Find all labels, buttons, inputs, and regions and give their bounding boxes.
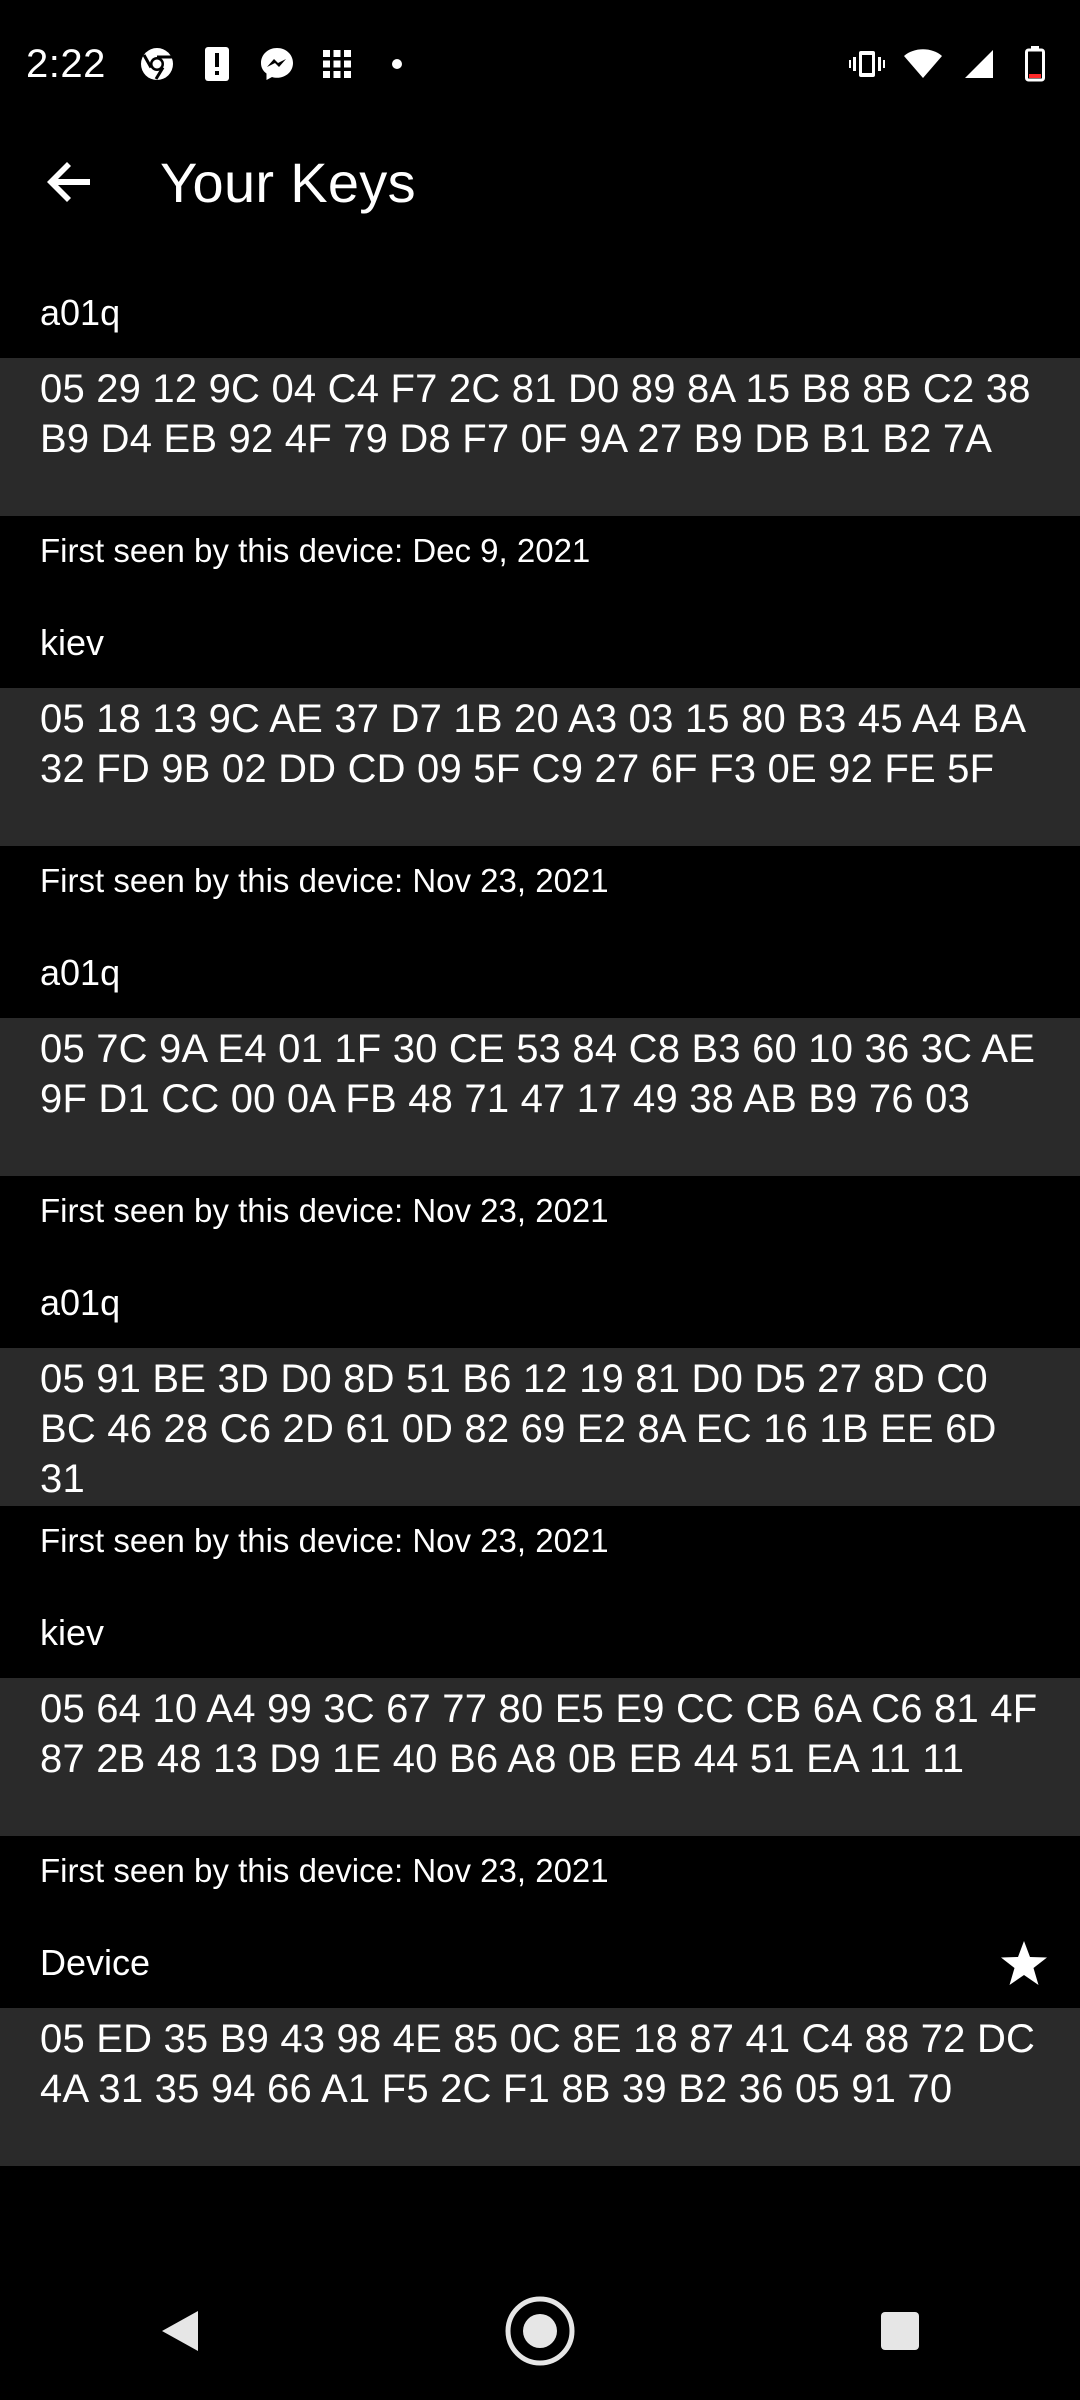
key-entry[interactable]: kiev 05 18 13 9C AE 37 D7 1B 20 A3 03 15… xyxy=(0,598,1080,928)
key-entry[interactable]: a01q 05 29 12 9C 04 C4 F7 2C 81 D0 89 8A… xyxy=(0,268,1080,598)
key-name: a01q xyxy=(40,292,121,333)
battery-icon xyxy=(1016,45,1054,83)
key-name-row: a01q xyxy=(0,1258,1080,1348)
key-entry[interactable]: a01q 05 91 BE 3D D0 8D 51 B6 12 19 81 D0… xyxy=(0,1258,1080,1588)
star-icon xyxy=(998,1937,1050,1989)
key-name-row: Device xyxy=(0,1918,1080,2008)
back-triangle-icon xyxy=(162,2311,198,2351)
key-name-row: kiev xyxy=(0,598,1080,688)
app-grid-icon xyxy=(318,45,356,83)
status-left: 2:22 xyxy=(26,42,416,87)
nav-home-button[interactable] xyxy=(480,2271,600,2391)
key-first-seen: First seen by this device: Dec 9, 2021 xyxy=(40,532,591,569)
arrow-left-icon xyxy=(47,162,90,202)
status-right xyxy=(848,45,1054,83)
key-first-seen: First seen by this device: Nov 23, 2021 xyxy=(40,1192,609,1229)
key-entry[interactable]: a01q 05 7C 9A E4 01 1F 30 CE 53 84 C8 B3… xyxy=(0,928,1080,1258)
signal-icon xyxy=(960,45,998,83)
chrome-icon xyxy=(138,45,176,83)
key-entry-device[interactable]: Device 05 ED 35 B9 43 98 4E 85 0C 8E 18 … xyxy=(0,1918,1080,2248)
key-first-seen: First seen by this device: Nov 23, 2021 xyxy=(40,1522,609,1559)
messenger-icon xyxy=(258,45,296,83)
dot-icon xyxy=(378,45,416,83)
page-title: Your Keys xyxy=(160,150,416,214)
status-bar: 2:22 xyxy=(0,0,1080,128)
nav-recents-button[interactable] xyxy=(840,2271,960,2391)
back-button[interactable] xyxy=(20,132,120,232)
key-fingerprint: 05 91 BE 3D D0 8D 51 B6 12 19 81 D0 D5 2… xyxy=(0,1348,1080,1506)
nav-back-button[interactable] xyxy=(120,2271,240,2391)
recents-square-icon xyxy=(881,2312,919,2350)
key-fingerprint: 05 ED 35 B9 43 98 4E 85 0C 8E 18 87 41 C… xyxy=(0,2008,1080,2166)
key-fingerprint: 05 64 10 A4 99 3C 67 77 80 E5 E9 CC CB 6… xyxy=(0,1678,1080,1836)
status-time: 2:22 xyxy=(26,41,106,86)
key-fingerprint: 05 7C 9A E4 01 1F 30 CE 53 84 C8 B3 60 1… xyxy=(0,1018,1080,1176)
key-name-row: kiev xyxy=(0,1588,1080,1678)
key-entry[interactable]: kiev 05 64 10 A4 99 3C 67 77 80 E5 E9 CC… xyxy=(0,1588,1080,1918)
key-name-row: a01q xyxy=(0,268,1080,358)
key-name: kiev xyxy=(40,1612,105,1653)
home-circle-icon xyxy=(505,2296,575,2366)
key-first-seen: First seen by this device: Nov 23, 2021 xyxy=(40,1852,609,1889)
key-fingerprint: 05 18 13 9C AE 37 D7 1B 20 A3 03 15 80 B… xyxy=(0,688,1080,846)
key-name-row: a01q xyxy=(0,928,1080,1018)
key-name: kiev xyxy=(40,622,105,663)
vibrate-icon xyxy=(848,45,886,83)
key-fingerprint: 05 29 12 9C 04 C4 F7 2C 81 D0 89 8A 15 B… xyxy=(0,358,1080,516)
app-bar: Your Keys xyxy=(0,128,1080,236)
wifi-icon xyxy=(904,45,942,83)
alert-icon xyxy=(198,45,236,83)
key-list: a01q 05 29 12 9C 04 C4 F7 2C 81 D0 89 8A… xyxy=(0,268,1080,2248)
key-first-seen: First seen by this device: Nov 23, 2021 xyxy=(40,862,609,899)
key-name: a01q xyxy=(40,952,121,993)
key-name: Device xyxy=(40,1942,151,1983)
key-name: a01q xyxy=(40,1282,121,1323)
nav-bar xyxy=(0,2262,1080,2400)
